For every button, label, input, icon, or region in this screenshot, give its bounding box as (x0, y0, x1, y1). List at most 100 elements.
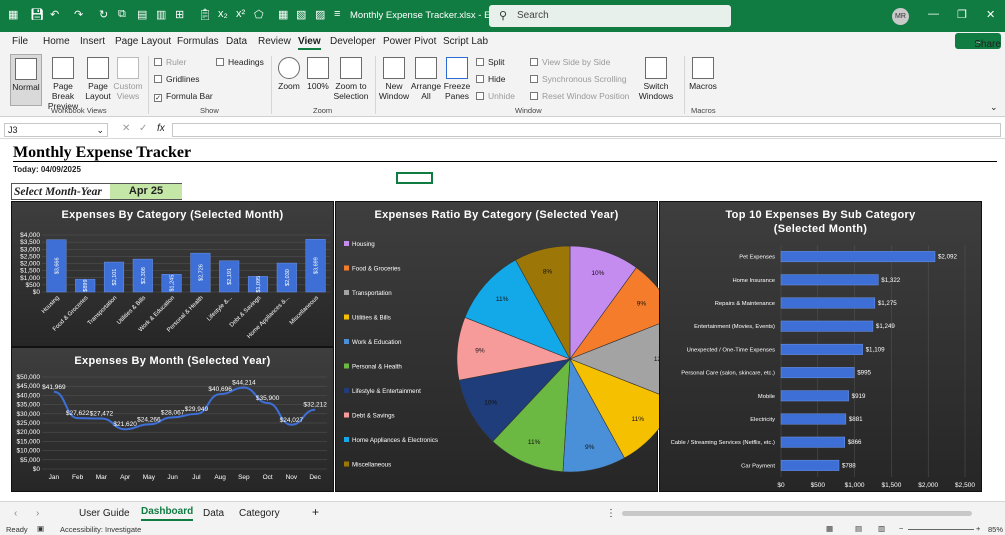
y-tick-label: $0 (33, 466, 41, 473)
page-break-button[interactable]: Page Break Preview (43, 57, 83, 111)
headings-checkbox[interactable]: Headings (216, 57, 264, 67)
formula-bar-checkbox[interactable]: ✓ Formula Bar (154, 91, 213, 102)
tab-data[interactable]: Data (226, 36, 247, 47)
undo-icon[interactable]: ↶ (50, 8, 59, 21)
save-icon[interactable]: 💾︎ (30, 8, 44, 21)
switch-windows-button[interactable]: Switch Windows (634, 57, 678, 101)
superscript-icon[interactable]: x² (236, 8, 245, 20)
hide-button[interactable]: Hide (476, 74, 505, 84)
tab-view[interactable]: View (298, 36, 321, 50)
redo-icon[interactable]: ↷ (74, 8, 83, 21)
zoom-slider[interactable] (908, 529, 974, 530)
zoom-100-button[interactable]: 100% (305, 57, 331, 91)
x-tick-label: Sep (238, 474, 250, 481)
refresh-icon[interactable]: ↻ (99, 8, 108, 21)
restore-icon[interactable]: ❐ (957, 8, 967, 21)
data-label: $1,322 (881, 277, 900, 284)
macros-icon (692, 57, 714, 79)
custom-views-button[interactable]: Custom Views (113, 57, 143, 101)
confirm-icon[interactable]: ✓ (139, 123, 147, 134)
table-icon[interactable]: ▤ (137, 8, 147, 21)
freeze-panes-button[interactable]: Freeze Panes (441, 57, 473, 101)
arrange-all-button[interactable]: Arrange All (410, 57, 442, 101)
x-tick-label: May (143, 474, 156, 481)
tab-script-lab[interactable]: Script Lab (443, 36, 488, 47)
formula-input[interactable] (172, 123, 1001, 137)
page-layout-icon[interactable]: ▤ (855, 524, 862, 533)
group-macros: Macros (691, 106, 716, 115)
zoom-in-icon[interactable]: + (976, 524, 980, 533)
grid-icon[interactable]: ▥ (156, 8, 166, 21)
y-tick-label: $1,500 (20, 268, 40, 275)
new-window-button[interactable]: New Window (378, 57, 410, 101)
chart-icon[interactable]: ▧ (296, 8, 306, 21)
freeze-icon[interactable]: ▦ (278, 8, 288, 21)
group-workbook-views: Workbook Views (51, 106, 107, 115)
share-button[interactable]: Share ⌄ (955, 33, 1001, 50)
ruler-checkbox[interactable]: Ruler (154, 57, 186, 67)
gridlines-checkbox[interactable]: Gridlines (154, 74, 200, 84)
sheet-icon[interactable]: ▨ (315, 8, 325, 21)
horizontal-scrollbar[interactable] (622, 511, 972, 516)
new-window-icon (383, 57, 405, 79)
function-icon[interactable]: fx (157, 123, 165, 134)
zoom-out-icon[interactable]: − (899, 524, 903, 533)
paste-icon[interactable]: 📋︎ (198, 8, 212, 21)
data-label: $899 (83, 279, 89, 291)
tab-home[interactable]: Home (43, 36, 70, 47)
reset-window-button[interactable]: Reset Window Position (530, 91, 629, 101)
data-label: 11% (632, 416, 645, 423)
side-by-side-button[interactable]: View Side by Side (530, 57, 610, 67)
x-tick-label: Dec (309, 474, 321, 481)
tab-scroll-right-icon[interactable]: › (36, 508, 39, 519)
page-break-icon[interactable]: ▥ (878, 524, 885, 533)
tab-file[interactable]: File (12, 36, 28, 47)
split-label: Split (488, 57, 505, 67)
tab-scroll-left-icon[interactable]: ‹ (14, 508, 17, 519)
collapse-ribbon-icon[interactable]: ⌄ (990, 102, 998, 113)
insert-icon[interactable]: ⊞ (175, 8, 184, 21)
sync-scroll-button[interactable]: Synchronous Scrolling (530, 74, 627, 84)
data-label: $27,622 (66, 410, 90, 417)
month-selector: Select Month-Year Apr 25 (11, 183, 182, 200)
macro-record-icon[interactable]: ▣ (37, 524, 44, 533)
tab-insert[interactable]: Insert (80, 36, 105, 47)
subscript-icon[interactable]: x₂ (218, 8, 228, 20)
status-ready: Ready (6, 525, 28, 534)
page-layout-button[interactable]: Page Layout (85, 57, 111, 101)
selected-cell[interactable] (396, 172, 433, 184)
normal-view-button[interactable]: Normal (10, 54, 42, 106)
tab-power-pivot[interactable]: Power Pivot (383, 36, 436, 47)
freeze-panes-icon (446, 57, 468, 79)
cancel-icon[interactable]: ✕ (122, 123, 130, 134)
avatar[interactable]: MR (892, 8, 909, 25)
top-subcategory-chart: Top 10 Expenses By Sub Category (Selecte… (659, 201, 982, 492)
tab-formulas[interactable]: Formulas (177, 36, 219, 47)
name-box[interactable]: J3 ⌄ (4, 123, 108, 137)
sheet-tab-category[interactable]: Category (239, 508, 280, 519)
legend-swatch (344, 265, 349, 271)
search-input[interactable]: ⚲ Search (489, 5, 731, 27)
unhide-button[interactable]: Unhide (476, 91, 515, 101)
macros-button[interactable]: Macros (688, 57, 718, 91)
accessibility-status[interactable]: Accessibility: Investigate (60, 525, 141, 534)
tab-developer[interactable]: Developer (330, 36, 376, 47)
sheet-tab-data[interactable]: Data (203, 508, 224, 519)
normal-view-icon[interactable]: ▦ (826, 524, 833, 533)
zoom-button[interactable]: Zoom (276, 57, 302, 91)
sheet-tab-user-guide[interactable]: User Guide (79, 508, 130, 519)
month-selector-value[interactable]: Apr 25 (110, 184, 182, 199)
shapes-icon[interactable]: ⬠ (254, 8, 264, 21)
copy-icon[interactable]: ⧉ (118, 8, 126, 21)
legend-label: Personal & Health (352, 364, 402, 371)
more-options-icon[interactable]: ⋮ (606, 508, 616, 519)
add-sheet-icon[interactable]: + (312, 505, 319, 519)
tab-review[interactable]: Review (258, 36, 291, 47)
close-icon[interactable]: ✕ (986, 8, 995, 21)
sheet-tab-dashboard[interactable]: Dashboard (141, 506, 194, 521)
zoom-selection-button[interactable]: Zoom to Selection (332, 57, 370, 101)
tab-page-layout[interactable]: Page Layout (115, 36, 171, 47)
minimize-icon[interactable]: — (928, 8, 939, 20)
split-button[interactable]: Split (476, 57, 505, 67)
customize-icon[interactable]: ≡ (334, 8, 340, 20)
